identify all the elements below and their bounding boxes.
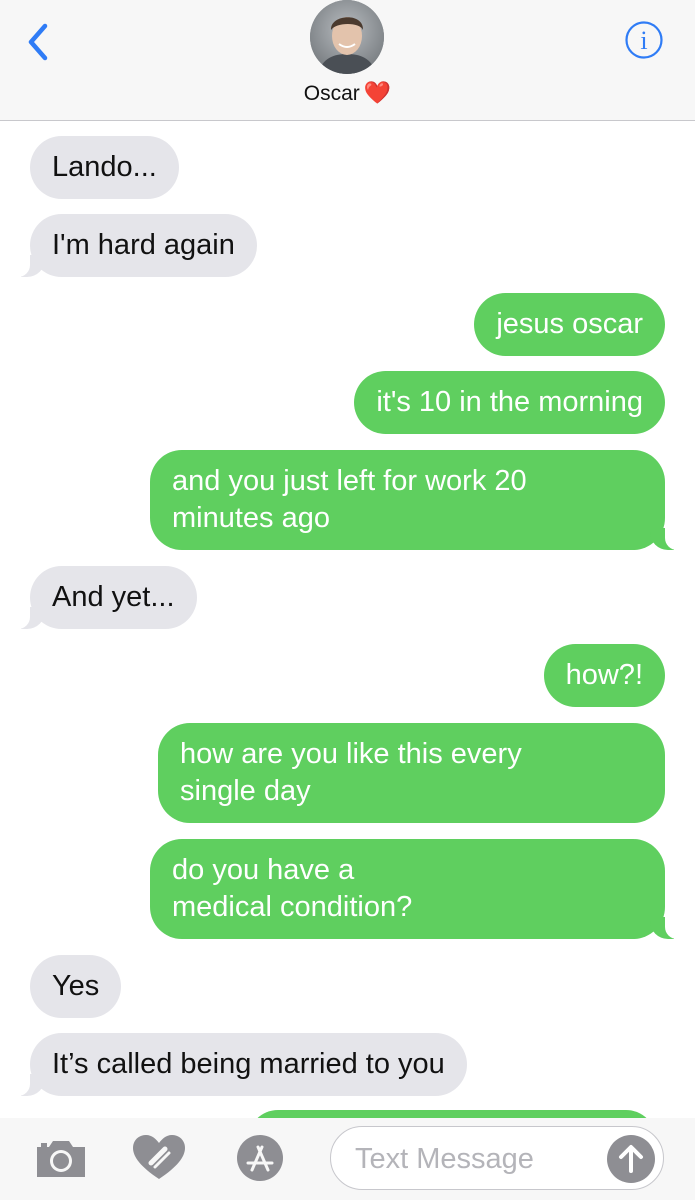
contact-name-label: Oscar: [303, 82, 360, 105]
back-button[interactable]: [18, 20, 58, 64]
incoming-message-bubble[interactable]: And yet...: [8, 566, 197, 629]
camera-icon: [37, 1141, 85, 1177]
app-store-icon: [237, 1135, 283, 1181]
send-arrow-up-icon: [619, 1145, 643, 1173]
heart-emoji: ❤️: [363, 80, 392, 105]
outgoing-message-bubble[interactable]: jesus oscar: [474, 293, 665, 356]
outgoing-message-bubble[interactable]: how?!: [543, 644, 665, 707]
incoming-message-bubble[interactable]: It’s called being married to you: [8, 1033, 467, 1096]
outgoing-message-bubble[interactable]: how are you like this every single day: [158, 723, 665, 823]
contact-avatar[interactable]: [310, 0, 384, 74]
svg-text:i: i: [640, 26, 647, 55]
text-message-field[interactable]: [330, 1126, 664, 1190]
message-thread[interactable]: Lando... I'm hard again jesus oscar it's…: [0, 121, 695, 1118]
info-button[interactable]: i: [624, 20, 664, 60]
outgoing-message-bubble[interactable]: and you just left for work 20 minutes ag…: [150, 450, 687, 550]
incoming-message-bubble[interactable]: Yes: [30, 955, 122, 1018]
chevron-left-icon: [28, 23, 48, 61]
incoming-message-bubble[interactable]: I'm hard again: [8, 214, 257, 277]
outgoing-message-bubble[interactable]: do you have a medical condition?: [150, 839, 687, 939]
info-icon: i: [625, 21, 663, 59]
camera-button[interactable]: [33, 1133, 89, 1183]
app-store-button[interactable]: [232, 1133, 288, 1183]
digital-touch-heart-icon: [133, 1135, 185, 1179]
text-message-input[interactable]: [353, 1137, 607, 1181]
conversation-header: Oscar ❤️ i: [0, 0, 695, 121]
avatar-image: [310, 0, 384, 74]
contact-name[interactable]: Oscar ❤️: [0, 80, 695, 106]
incoming-message-bubble[interactable]: Lando...: [30, 136, 179, 199]
digital-touch-button[interactable]: [131, 1133, 187, 1183]
send-button[interactable]: [607, 1135, 655, 1183]
outgoing-message-bubble[interactable]: it's 10 in the morning: [354, 371, 665, 434]
